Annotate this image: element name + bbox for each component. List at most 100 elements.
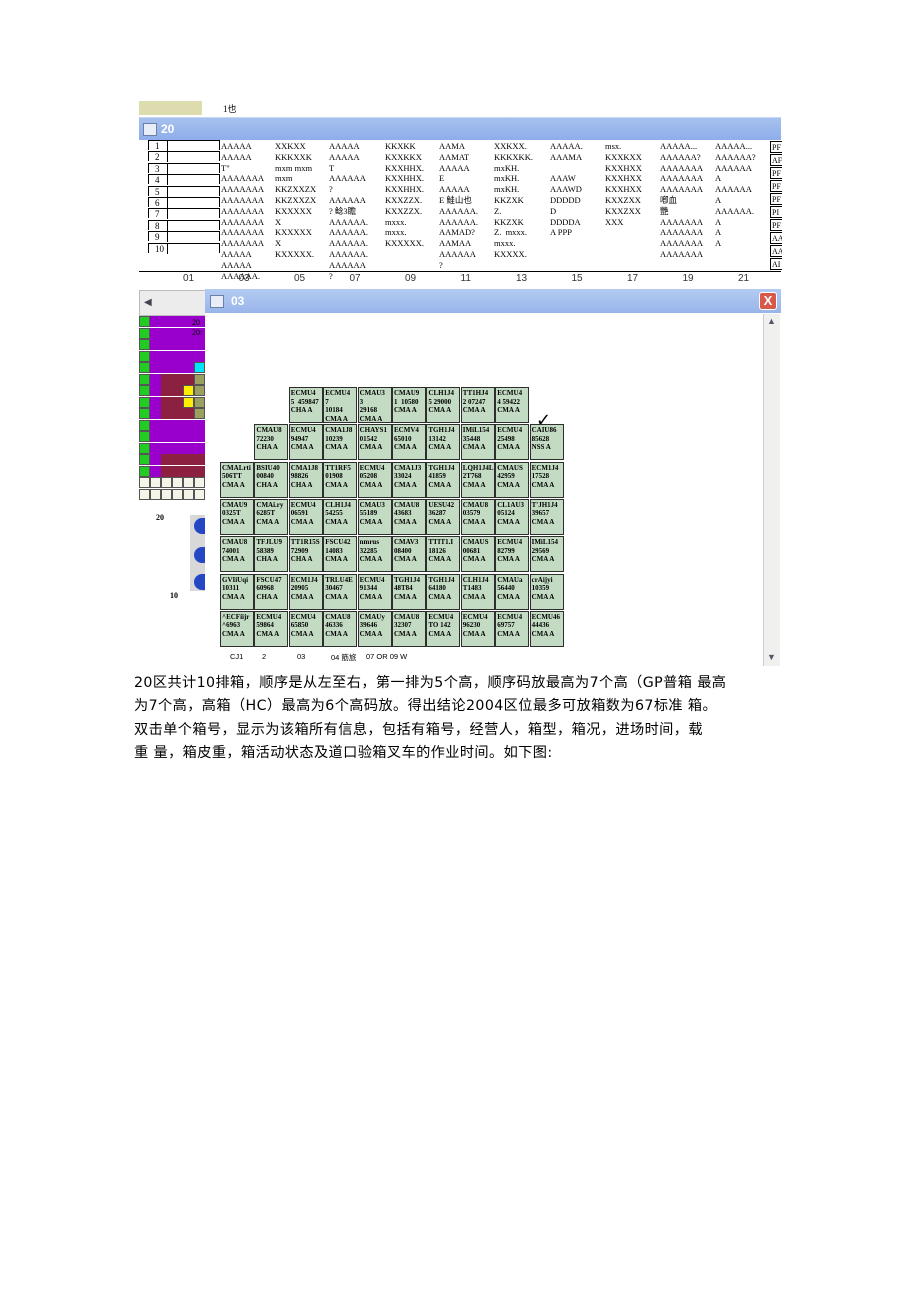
stack-cell[interactable]	[194, 419, 205, 431]
list-column[interactable]: msx. KXXKXX KXXHXX KXXHXX KXXHXX KXXZXX …	[605, 141, 642, 227]
stack-cell[interactable]	[194, 454, 205, 465]
list-column[interactable]: XXKXX KKKXXK mxm mxm mxm KKZXXZX KKZXXZX…	[275, 141, 316, 260]
stack-cell[interactable]	[161, 408, 172, 419]
stack-cell[interactable]	[150, 316, 161, 327]
list-column[interactable]: XXKXX. KKKXKK. mxKH. mxKH. mxKH. KKZXK Z…	[494, 141, 533, 260]
container-slot[interactable]: ECMV4 65010 CMA A	[392, 424, 426, 461]
container-slot[interactable]: CLH1J4 54255 CMA A	[323, 498, 358, 535]
container-slot[interactable]: UESU42 36287 CMA A	[426, 498, 461, 535]
list-column[interactable]: AAAAA AAAAA T AAAAAA ? AAAAAA ? 鲶3瞻 AAAA…	[329, 141, 368, 281]
stack-cell[interactable]	[194, 477, 205, 488]
container-slot[interactable]: CMAUS 42959 CMA A	[495, 461, 530, 498]
container-slot[interactable]: ECMU4 69757 CMA A	[495, 610, 530, 647]
stack-cell[interactable]	[139, 316, 150, 327]
stack-cell[interactable]	[139, 488, 150, 500]
stack-cell[interactable]	[139, 350, 150, 362]
stack-cell[interactable]	[194, 350, 205, 362]
container-slot[interactable]: ECMU4 06591 CMA A	[288, 498, 323, 535]
stack-cell[interactable]	[139, 396, 150, 408]
container-slot[interactable]: CMAUS 00681 CMA A	[460, 536, 495, 573]
stack-cell[interactable]	[161, 362, 172, 373]
row-number[interactable]: 2	[148, 151, 220, 163]
vertical-scrollbar[interactable]: ▲ ▼	[763, 314, 780, 666]
row-number[interactable]: 4	[148, 174, 220, 186]
container-slot[interactable]: CMAU8 46336 CMA A	[323, 610, 358, 647]
container-slot[interactable]: IMiL154 29569 CMA A	[529, 536, 564, 573]
container-slot[interactable]: ECMU4 91344 CMA A	[357, 573, 392, 610]
container-slot[interactable]: CL1AU3 05124 CMA A	[495, 498, 530, 535]
container-slot[interactable]: crAijyi 10359 CMA A	[529, 573, 564, 610]
container-slot[interactable]: ECM1J4 20905 CMA A	[288, 573, 323, 610]
stack-cell[interactable]	[172, 454, 183, 465]
stack-cell[interactable]	[161, 465, 172, 477]
container-slot[interactable]: TGH1J4 48T84 CMA A	[392, 573, 426, 610]
window-title-bar[interactable]: 20	[139, 117, 781, 140]
stack-cell[interactable]	[194, 488, 205, 500]
stack-cell[interactable]	[183, 419, 194, 431]
container-slot[interactable]: CAIU86 85628 NSS A	[529, 424, 564, 461]
container-slot[interactable]: CMAU8 43683 CMA A	[392, 498, 426, 535]
container-slot[interactable]: CMAi.ry 6285T CMA A	[254, 498, 289, 535]
stack-cell[interactable]	[172, 419, 183, 431]
stack-cell[interactable]	[183, 465, 194, 477]
container-slot[interactable]: ECMU4 65850 CMA A	[288, 610, 323, 647]
container-slot[interactable]: CMAU3 3 29168 CMA A	[357, 387, 392, 423]
stack-cell[interactable]	[161, 419, 172, 431]
stack-cell[interactable]	[172, 465, 183, 477]
stack-cell[interactable]	[183, 477, 194, 488]
stack-cell[interactable]	[139, 408, 150, 419]
container-slot[interactable]: CMAUa 56440 CMA A	[495, 573, 530, 610]
stack-cell[interactable]	[194, 431, 205, 442]
stack-cell[interactable]	[139, 454, 150, 465]
stack-cell[interactable]	[150, 488, 161, 500]
container-slot[interactable]: BSIU40 00840 CHA A	[254, 461, 289, 498]
container-slot[interactable]: IMiL154 35448 CMA A	[460, 424, 495, 461]
container-slot[interactable]: TRLU4E 30467 CMA A	[323, 573, 358, 610]
container-slot[interactable]: TGH1J4 41859 CMA A	[426, 461, 461, 498]
stack-cell[interactable]	[150, 442, 161, 454]
stack-cell[interactable]	[183, 454, 194, 465]
stack-cell[interactable]	[172, 396, 183, 408]
stack-cell[interactable]	[161, 431, 172, 442]
row-number[interactable]: 10	[148, 242, 220, 254]
stack-cell[interactable]	[172, 327, 183, 339]
container-slot[interactable]: TT1R15S 72909 CHA A	[288, 536, 323, 573]
container-slot[interactable]: CMAU8 32307 CMA A	[392, 610, 426, 647]
container-slot[interactable]: CMAU3 55189 CMA A	[357, 498, 392, 535]
container-slot[interactable]: TGH1J4 13142 CMA A	[426, 424, 461, 461]
stack-cell[interactable]	[172, 362, 183, 373]
scroll-left-icon[interactable]: ◀	[144, 297, 152, 308]
stack-cell[interactable]	[194, 373, 205, 385]
stack-cell[interactable]	[139, 327, 150, 339]
stack-cell[interactable]	[150, 373, 161, 385]
stack-cell[interactable]	[161, 316, 172, 327]
container-slot[interactable]: ECMU4 82799 CMA A	[495, 536, 530, 573]
container-slot[interactable]: CMAU9 1 10580 CMA A	[392, 387, 426, 423]
container-slot[interactable]: T'JH1J4 39657 CMA A	[529, 498, 564, 535]
stack-cell[interactable]	[183, 385, 194, 396]
stack-cell[interactable]	[194, 385, 205, 396]
stack-cell[interactable]	[194, 408, 205, 419]
container-slot[interactable]: CMA1J8 10239 CMA A	[323, 424, 358, 461]
row-number[interactable]: 5	[148, 185, 220, 197]
scroll-up-icon[interactable]: ▲	[767, 316, 776, 326]
stack-cell[interactable]	[161, 454, 172, 465]
stack-cell[interactable]	[139, 385, 150, 396]
container-slot[interactable]: ^ECFiijr ^6963 CMA A	[220, 610, 254, 647]
list-column[interactable]: AAMA AAMAT AAAAA E AAAAA E 鮭山也 AAAAAA. A…	[439, 141, 478, 271]
stack-cell[interactable]	[183, 396, 194, 408]
stack-cell[interactable]	[139, 431, 150, 442]
stack-cell[interactable]	[150, 339, 161, 350]
horizontal-scrollbar[interactable]: ◀	[139, 290, 211, 316]
stack-cell[interactable]	[183, 442, 194, 454]
container-slot[interactable]: GVIiUqi 10311 CMA A	[220, 573, 254, 610]
container-slot[interactable]: ECMU4 59864 CMA A	[254, 610, 289, 647]
stack-cell[interactable]	[161, 385, 172, 396]
stack-cell[interactable]	[139, 339, 150, 350]
stack-cell[interactable]	[139, 419, 150, 431]
container-slot[interactable]: CLH1J4 5 29000 CMA A	[426, 387, 461, 423]
stack-cell[interactable]	[194, 396, 205, 408]
container-slot[interactable]: CHAYS1 01542 CMA A	[357, 424, 392, 461]
stack-cell[interactable]	[161, 488, 172, 500]
stack-cell[interactable]	[194, 339, 205, 350]
